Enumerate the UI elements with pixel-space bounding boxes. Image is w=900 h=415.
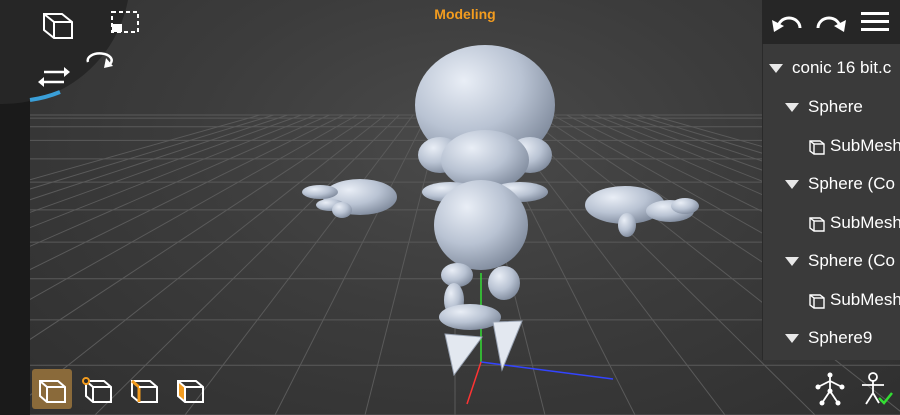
expand-arrow-icon[interactable] [785, 256, 799, 266]
tree-item-label: SubMesh [830, 213, 900, 232]
mesh-cube-icon [809, 294, 825, 309]
menu-icon[interactable] [858, 6, 892, 38]
pose-check-icon[interactable] [858, 371, 894, 407]
tree-item-mesh[interactable]: SubMesh [763, 283, 900, 317]
rig-toolbar [800, 363, 900, 415]
model-body [434, 180, 528, 270]
expand-arrow-icon[interactable] [785, 179, 799, 189]
model-left-cone [444, 333, 483, 377]
tree-item-group[interactable]: Sphere (Co [763, 167, 900, 201]
hierarchy-panel[interactable]: conic 16 bit.c Sphere SubMesh Sphere (Co [762, 44, 900, 360]
skeleton-icon[interactable] [812, 371, 848, 407]
undo-icon[interactable] [770, 6, 804, 38]
tree-item-group[interactable]: Sphere [763, 90, 900, 124]
mode-title: Modeling [434, 6, 496, 22]
expand-arrow-icon[interactable] [785, 102, 799, 112]
face-mode-icon[interactable] [170, 369, 210, 409]
selection-mode-toolbar [30, 363, 220, 415]
top-right-toolbar [762, 0, 900, 44]
app-window: Modeling conic 16 bit.c Sphere SubMesh S… [0, 0, 900, 415]
z-axis-line [466, 361, 482, 405]
tree-item-label: SubMesh [830, 136, 900, 155]
tree-item-label: SubMesh [830, 290, 900, 309]
tree-item-label: Sphere9 [808, 328, 873, 347]
tool-dial [0, 0, 139, 105]
tree-item-root[interactable]: conic 16 bit.c [763, 51, 900, 85]
tree-item-group[interactable]: Sphere (Co [763, 244, 900, 278]
model-right-cone [492, 320, 523, 372]
tree-item-label: Sphere (Co [808, 251, 895, 270]
tree-item-label: Sphere (Co [808, 174, 895, 193]
expand-arrow-icon[interactable] [769, 63, 783, 73]
tree-item-mesh[interactable]: SubMesh [763, 129, 900, 163]
mesh-cube-icon [809, 217, 825, 232]
edge-mode-icon[interactable] [124, 369, 164, 409]
tree-item-mesh[interactable]: SubMesh [763, 206, 900, 240]
expand-arrow-icon[interactable] [785, 333, 799, 343]
tree-item-label: conic 16 bit.c [792, 58, 892, 77]
tree-item-group[interactable]: Sphere9 [763, 321, 900, 355]
mesh-cube-icon [809, 140, 825, 155]
object-mode-icon[interactable] [32, 369, 72, 409]
model-foot [439, 304, 501, 330]
vertex-mode-icon[interactable] [78, 369, 118, 409]
tree-item-label: Sphere [808, 97, 863, 116]
redo-icon[interactable] [814, 6, 848, 38]
